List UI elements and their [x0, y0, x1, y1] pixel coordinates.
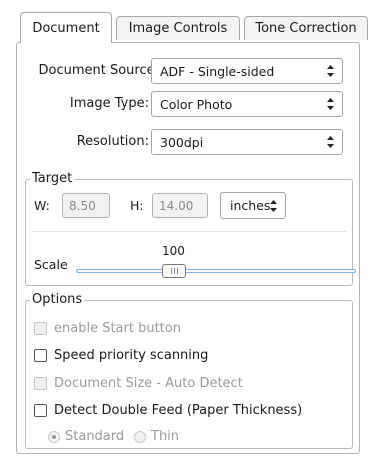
scale-value: 100 [162, 244, 185, 258]
scale-slider-track[interactable] [76, 269, 356, 273]
enable-start-button-label: enable Start button [54, 320, 181, 336]
updown-arrows-icon [327, 136, 334, 148]
tab-document[interactable]: Document [20, 12, 112, 43]
detect-double-feed-checkbox[interactable]: Detect Double Feed (Paper Thickness) [34, 401, 302, 419]
thickness-thin-radio[interactable]: Thin [134, 429, 179, 444]
units-value: inches [230, 198, 271, 213]
target-group: Target W: 8.50 H: 14.00 inches Scale 100 [25, 171, 356, 286]
auto-detect-size-label: Document Size - Auto Detect [54, 375, 243, 391]
options-group: Options enable Start button Speed priori… [25, 292, 353, 449]
thickness-standard-label: Standard [65, 429, 125, 444]
height-label: H: [130, 198, 144, 213]
target-separator [32, 231, 346, 232]
auto-detect-size-checkbox[interactable]: Document Size - Auto Detect [34, 374, 243, 392]
resolution-value: 300dpi [160, 134, 204, 150]
grip-line [173, 268, 175, 274]
checkbox-box [34, 376, 47, 390]
checkbox-box [34, 321, 47, 335]
enable-start-button-checkbox[interactable]: enable Start button [34, 319, 181, 337]
thickness-thin-label: Thin [151, 429, 180, 444]
height-value: 14.00 [159, 198, 194, 213]
scale-slider-handle[interactable] [162, 264, 186, 278]
scale-label: Scale [34, 257, 68, 272]
width-field[interactable]: 8.50 [62, 193, 110, 218]
image-type-select[interactable]: Color Photo [151, 91, 343, 117]
resolution-label: Resolution: [76, 134, 149, 149]
document-panel: Document Source: ADF - Single-sided Imag… [16, 42, 360, 454]
checkbox-box [34, 403, 47, 417]
document-source-select[interactable]: ADF - Single-sided [151, 58, 343, 84]
units-select[interactable]: inches [220, 192, 286, 219]
options-group-title: Options [30, 292, 85, 308]
image-type-value: Color Photo [160, 96, 233, 112]
radio-dot [48, 430, 60, 443]
resolution-select[interactable]: 300dpi [151, 129, 343, 155]
detect-double-feed-label: Detect Double Feed (Paper Thickness) [54, 402, 303, 418]
height-field[interactable]: 14.00 [152, 193, 208, 218]
speed-priority-checkbox[interactable]: Speed priority scanning [34, 346, 208, 364]
updown-arrows-icon [327, 65, 334, 77]
grip-line [176, 268, 178, 274]
checkbox-box [34, 348, 47, 362]
document-source-label: Document Source: [38, 63, 159, 78]
image-type-label: Image Type: [69, 96, 149, 111]
tab-tone-correction[interactable]: Tone Correction [244, 16, 368, 40]
updown-arrows-icon [270, 200, 277, 212]
width-value: 8.50 [69, 198, 96, 213]
grip-line [170, 268, 172, 274]
document-source-value: ADF - Single-sided [160, 63, 275, 79]
thickness-standard-radio[interactable]: Standard [48, 429, 124, 444]
tab-image-controls-label: Image Controls [128, 21, 228, 36]
speed-priority-label: Speed priority scanning [54, 347, 209, 363]
radio-dot [134, 430, 146, 443]
tab-document-label: Document [32, 20, 100, 36]
updown-arrows-icon [327, 98, 334, 110]
tab-image-controls[interactable]: Image Controls [116, 16, 240, 40]
target-group-title: Target [30, 171, 75, 187]
width-label: W: [34, 198, 50, 213]
tab-tone-correction-label: Tone Correction [255, 21, 357, 36]
